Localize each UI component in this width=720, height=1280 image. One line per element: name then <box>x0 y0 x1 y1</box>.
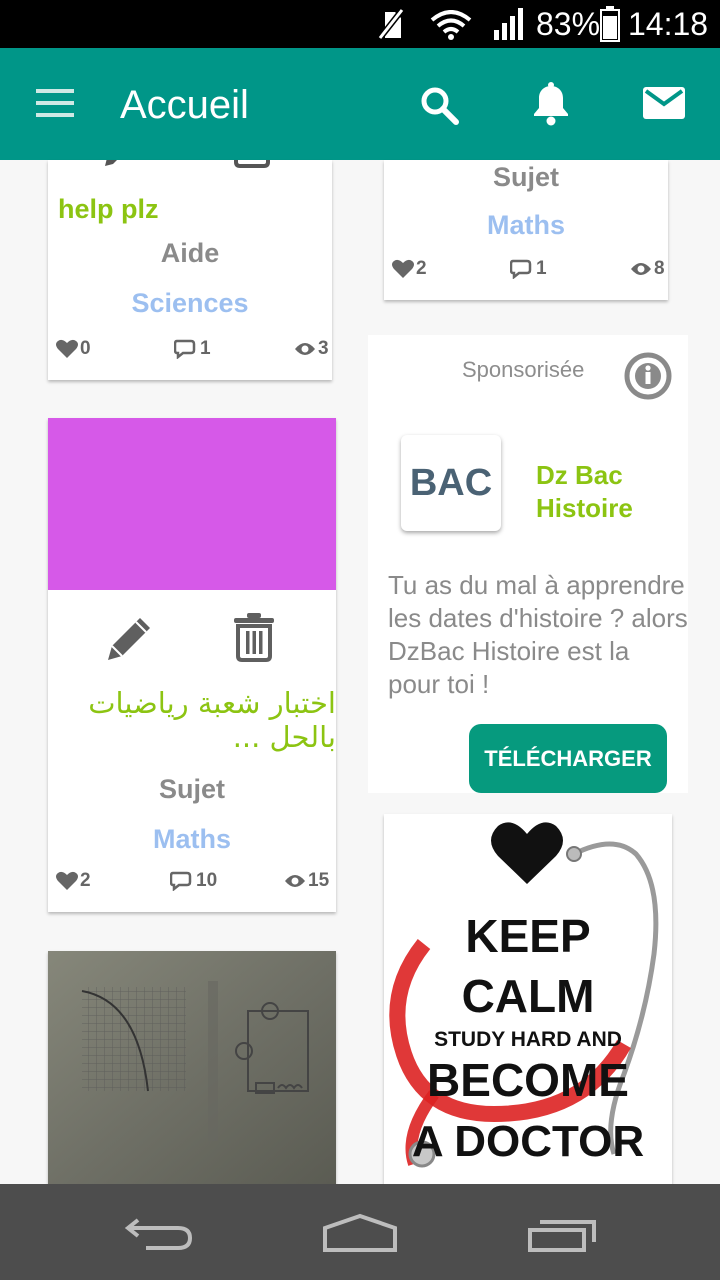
post-card[interactable]: Sujet Maths 2 1 8 <box>384 160 668 300</box>
post-stats: 0 1 3 <box>48 338 332 364</box>
heart-icon[interactable] <box>392 259 414 279</box>
ad-info-icon[interactable] <box>623 351 673 401</box>
wifi-icon <box>430 10 472 40</box>
views-eye-icon <box>295 343 315 355</box>
download-button[interactable]: TÉLÉCHARGER <box>469 724 667 793</box>
sponsored-label: Sponsorisée <box>462 357 585 382</box>
post-subject: Maths <box>152 824 231 854</box>
views-eye-icon <box>631 263 651 275</box>
edit-icon[interactable] <box>103 160 129 168</box>
likes-count: 2 <box>80 870 91 891</box>
mail-icon[interactable] <box>642 86 686 120</box>
menu-icon[interactable] <box>36 88 76 118</box>
battery-percent: 83% <box>536 6 601 42</box>
poster-line-1: KEEP <box>465 910 590 962</box>
comments-count: 1 <box>200 338 211 359</box>
sponsored-ad-card[interactable]: Sponsorisée BAC Dz Bac Histoire Tu as du… <box>368 335 688 793</box>
delete-icon[interactable] <box>234 160 270 168</box>
mute-icon <box>377 8 405 40</box>
post-card[interactable]: اختبار شعبة رياضيات بالحل ... Sujet Math… <box>48 418 336 912</box>
app-name: Dz Bac Histoire <box>536 460 633 523</box>
heart-icon[interactable] <box>56 339 78 359</box>
system-nav-bar <box>0 1184 720 1280</box>
status-bar: 83% 14:18 <box>0 0 720 48</box>
battery-icon <box>600 6 620 42</box>
comment-icon[interactable] <box>174 339 198 359</box>
comment-icon[interactable] <box>510 259 534 279</box>
post-stats: 2 1 8 <box>384 258 668 284</box>
likes-count: 2 <box>416 258 427 279</box>
comments-count: 1 <box>536 258 547 279</box>
views-count: 15 <box>308 870 330 891</box>
post-category: Aide <box>160 238 220 268</box>
post-stats: 2 10 15 <box>48 870 336 896</box>
heart-icon[interactable] <box>56 871 78 891</box>
post-image[interactable] <box>48 951 336 1191</box>
ad-description: Tu as du mal à apprendre les dates d'his… <box>388 570 688 699</box>
home-icon[interactable] <box>322 1212 398 1254</box>
app-bar: Accueil <box>0 48 720 160</box>
post-card[interactable]: help plz Aide Sciences 0 1 3 <box>48 160 332 380</box>
signal-icon <box>494 8 523 40</box>
poster-image[interactable]: KEEP CALM STUDY HARD AND BECOME A DOCTOR <box>384 814 672 1194</box>
likes-count: 0 <box>80 338 91 359</box>
views-count: 3 <box>318 338 329 359</box>
recent-apps-icon[interactable] <box>526 1218 598 1254</box>
post-title: اختبار شعبة رياضيات بالحل ... <box>88 686 336 754</box>
poster-line-3: STUDY HARD AND <box>434 1028 622 1051</box>
comment-icon[interactable] <box>170 871 194 891</box>
poster-line-4: BECOME <box>427 1054 629 1106</box>
page-title: Accueil <box>120 83 249 127</box>
notification-bell-icon[interactable] <box>532 82 570 126</box>
app-logo-text: BAC <box>409 461 493 504</box>
post-title: help plz <box>58 194 159 224</box>
comments-count: 10 <box>196 870 218 891</box>
search-icon[interactable] <box>420 86 460 126</box>
post-subject: Sciences <box>131 288 249 318</box>
views-count: 8 <box>654 258 665 279</box>
views-eye-icon <box>285 875 305 887</box>
back-icon[interactable] <box>124 1214 194 1252</box>
clock: 14:18 <box>628 6 709 42</box>
post-card[interactable] <box>48 951 336 1191</box>
post-image[interactable] <box>48 418 336 590</box>
post-category: Sujet <box>158 774 225 804</box>
edit-icon[interactable] <box>104 614 154 664</box>
delete-icon[interactable] <box>232 612 276 662</box>
poster-line-5: A DOCTOR <box>412 1117 644 1166</box>
post-subject: Maths <box>486 210 565 240</box>
app-logo[interactable]: BAC <box>401 435 501 531</box>
poster-card[interactable]: KEEP CALM STUDY HARD AND BECOME A DOCTOR <box>384 814 672 1194</box>
poster-line-2: CALM <box>462 970 595 1022</box>
post-category: Sujet <box>492 162 559 192</box>
